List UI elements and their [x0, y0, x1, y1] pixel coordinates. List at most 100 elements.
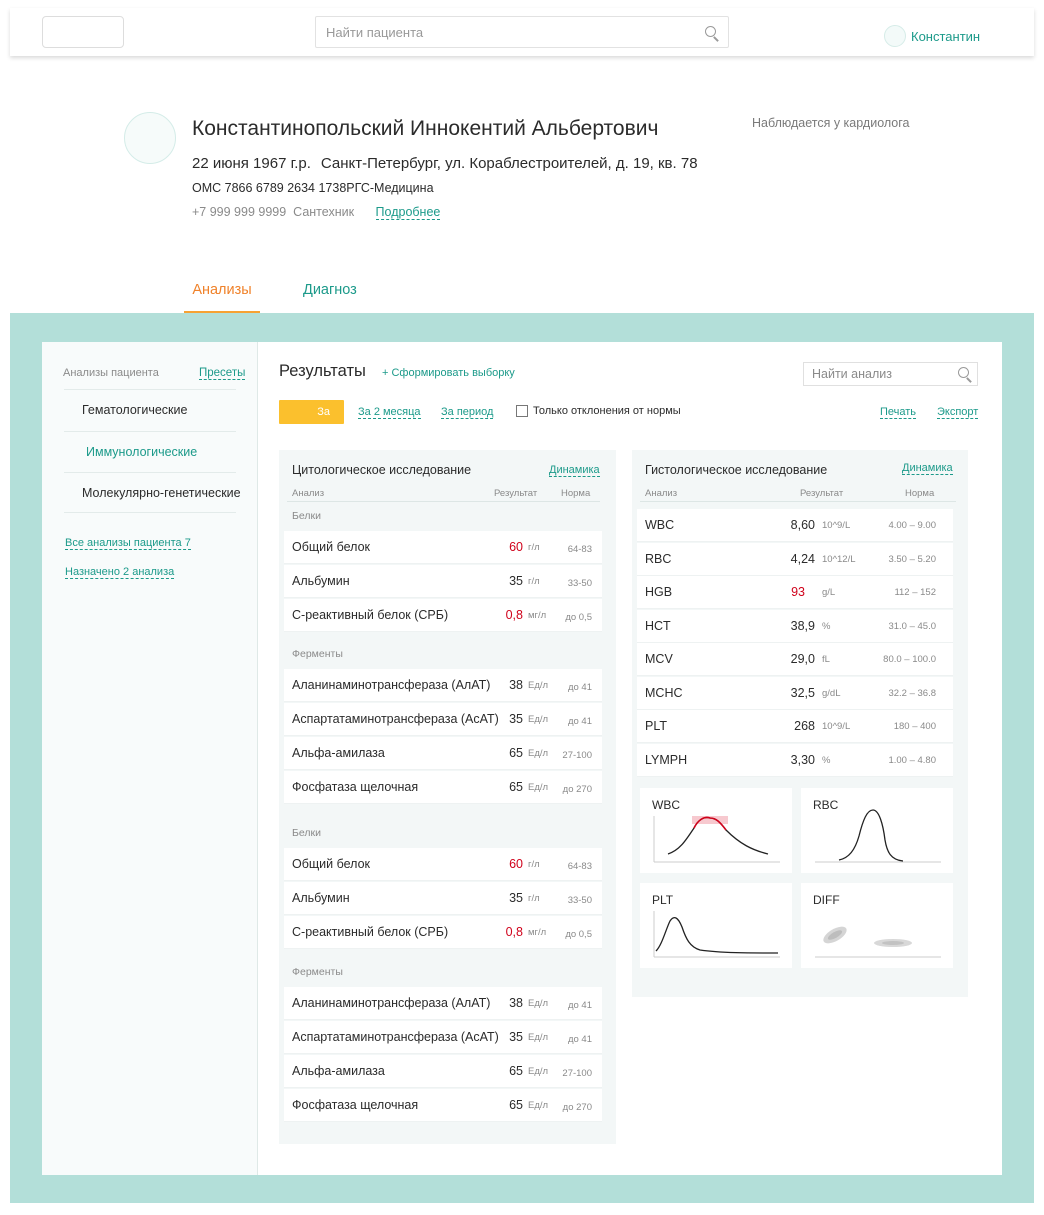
table-row[interactable]: MCHC 32,5 g/dL 32.2 – 36.8 — [637, 676, 953, 710]
only-deviations-checkbox[interactable]: Только отклонения от нормы — [516, 405, 681, 417]
table-row[interactable]: Общий белок 60 г/л 64-83 — [284, 531, 602, 564]
workspace: Анализы пациента Пресеты Гематологически… — [10, 313, 1034, 1203]
analysis-unit: г/л — [528, 893, 540, 904]
analysis-norm: 31.0 – 45.0 — [888, 620, 936, 632]
table-row[interactable]: Альбумин 35 г/л 33-50 — [284, 565, 602, 598]
table-row[interactable]: WBC 8,60 10^9/L 4.00 – 9.00 — [637, 509, 953, 542]
print-link[interactable]: Печать — [880, 406, 917, 419]
analysis-norm: до 41 — [567, 682, 592, 693]
analysis-norm: 64-83 — [567, 861, 592, 872]
analysis-norm: 64-83 — [567, 544, 592, 555]
header-divider — [640, 501, 956, 502]
table-row[interactable]: Альфа-амилаза 65 Ед/л 27-100 — [284, 737, 602, 770]
search-icon[interactable] — [958, 367, 974, 383]
analysis-name: С-реактивный белок (СРБ) — [292, 925, 449, 939]
logo[interactable] — [42, 16, 124, 48]
patient-search[interactable] — [315, 16, 729, 48]
table-row[interactable]: PLT 268 10^9/L 180 – 400 — [637, 710, 953, 743]
export-link[interactable]: Экспорт — [937, 406, 979, 419]
analysis-norm: 80.0 – 100.0 — [883, 654, 936, 665]
analysis-norm: до 0,5 — [565, 612, 592, 623]
table-row[interactable]: Фосфатаза щелочная 65 Ед/л до 270 — [284, 1089, 602, 1122]
table-row[interactable]: Аспартатаминотрансфераза (АсАТ) 35 Ед/л до … — [284, 1021, 602, 1054]
all-analyses-link[interactable]: Все анализы пациента 7 — [65, 537, 191, 550]
analysis-unit: Ед/л — [528, 1032, 549, 1043]
analysis-value: 0,8 — [505, 608, 523, 622]
analysis-norm: 27-100 — [562, 750, 592, 761]
user-menu[interactable]: Константин — [884, 25, 980, 47]
analysis-value: 38 — [509, 678, 523, 692]
tab-diagnosis[interactable]: Диагноз — [303, 282, 357, 298]
analysis-value: 60 — [509, 540, 523, 554]
wbc-histogram[interactable]: WBC — [640, 788, 792, 873]
analysis-name: MCHC — [645, 685, 683, 700]
period-button[interactable]: За — [279, 400, 344, 424]
analysis-unit: г/л — [528, 576, 540, 587]
table-row[interactable]: Альфа-амилаза 65 Ед/л 27-100 — [284, 1055, 602, 1088]
plt-histogram[interactable]: PLT — [640, 883, 792, 968]
tab-analyses[interactable]: Анализы — [184, 282, 260, 314]
assigned-analyses-link[interactable]: Назначено 2 анализа — [65, 566, 175, 579]
col-result: Результат — [494, 488, 538, 499]
analysis-unit: Ед/л — [528, 748, 549, 759]
filter-2-months[interactable]: За 2 месяца — [358, 406, 421, 419]
patient-birth-address: 22 июня 1967 г.р. Санкт-Петербург, ул. Ко… — [192, 155, 698, 172]
table-row[interactable]: HGB 93 g/L 112 – 152 — [637, 576, 953, 609]
table-row[interactable]: С-реактивный белок (СРБ) 0,8 мг/л до 0,5 — [284, 916, 602, 949]
analysis-search[interactable] — [803, 362, 978, 386]
sidebar-item-molecular-genetics[interactable]: Молекулярно-генетические — [64, 472, 241, 513]
presets-link[interactable]: Пресеты — [199, 367, 246, 380]
patient-search-input[interactable] — [316, 17, 676, 47]
analysis-unit: fL — [822, 654, 830, 665]
table-row[interactable]: LYMPH 3,30% 1.00 – 4.80 — [637, 743, 953, 777]
user-name[interactable]: Константин — [911, 29, 980, 44]
group-label: Ферменты — [292, 648, 343, 660]
analysis-value: 65 — [509, 1098, 523, 1112]
search-icon[interactable] — [705, 26, 721, 42]
sidebar-item-immunology[interactable]: Иммунологические — [64, 431, 236, 472]
analysis-name: Аспартатаминотрансфераза (АсАТ) — [292, 1030, 499, 1044]
sidebar-item-hematology[interactable]: Гематологические — [64, 389, 236, 430]
analysis-name: Альбумин — [292, 574, 350, 588]
analysis-value: 38,9 — [790, 618, 815, 633]
observed-by: Наблюдается у кардиолога — [752, 116, 910, 130]
table-row[interactable]: Аспартатаминотрансфераза (АсАТ) 35 Ед/л до … — [284, 703, 602, 736]
form-selection-button[interactable]: + Сформировать выборку — [382, 367, 515, 379]
analysis-value: 93 — [791, 585, 805, 599]
cytology-dynamics-link[interactable]: Динамика — [549, 464, 600, 477]
only-deviations-label: Только отклонения от нормы — [533, 405, 681, 417]
table-row[interactable]: Фосфатаза щелочная 65 Ед/л до 270 — [284, 771, 602, 804]
col-analysis: Анализ — [292, 488, 325, 499]
group-label: Белки — [292, 510, 321, 522]
checkbox-box[interactable] — [516, 405, 528, 417]
user-avatar[interactable] — [884, 25, 906, 47]
table-row[interactable]: Общий белок 60 г/л 64-83 — [284, 848, 602, 881]
table-row[interactable]: HCT 38,9% 31.0 – 45.0 — [637, 609, 953, 643]
histology-title: Гистологическое исследование — [645, 463, 828, 477]
analysis-unit: % — [822, 754, 831, 766]
analysis-value: 29,0 — [790, 652, 815, 666]
table-row[interactable]: Аланинаминотрансфераза (АлАТ) 38 Ед/л до 41 — [284, 987, 602, 1020]
analysis-search-input[interactable] — [804, 363, 944, 385]
rbc-histogram[interactable]: RBC — [801, 788, 953, 873]
analysis-norm: до 270 — [562, 1102, 592, 1113]
analysis-value: 4,24 — [790, 551, 815, 566]
table-row[interactable]: С-реактивный белок (СРБ) 0,8 мг/л до 0,5 — [284, 599, 602, 632]
diff-scatter[interactable]: DIFF — [801, 883, 953, 968]
analysis-name: Общий белок — [292, 540, 371, 554]
patient-avatar — [124, 112, 176, 164]
more-details-link[interactable]: Подробнее — [375, 205, 441, 220]
analysis-name: LYMPH — [645, 752, 688, 767]
table-row[interactable]: Аланинаминотрансфераза (АлАТ) 38 Ед/л до 41 — [284, 669, 602, 702]
rbc-histogram-plot — [815, 809, 941, 863]
analysis-norm: до 41 — [567, 1034, 592, 1045]
filter-period[interactable]: За период — [441, 406, 494, 419]
table-row[interactable]: MCV 29,0 fL 80.0 – 100.0 — [637, 643, 953, 676]
analysis-name: Альбумин — [292, 891, 350, 905]
analysis-value: 65 — [509, 780, 523, 794]
histology-dynamics-link[interactable]: Динамика — [902, 462, 953, 475]
table-row[interactable]: Альбумин 35 г/л 33-50 — [284, 882, 602, 915]
patient-phone: +7 999 999 9999 — [192, 205, 287, 219]
table-row[interactable]: RBC 4,24 10^12/L 3.50 – 5.20 — [637, 542, 953, 576]
analysis-name: HCT — [645, 618, 671, 633]
